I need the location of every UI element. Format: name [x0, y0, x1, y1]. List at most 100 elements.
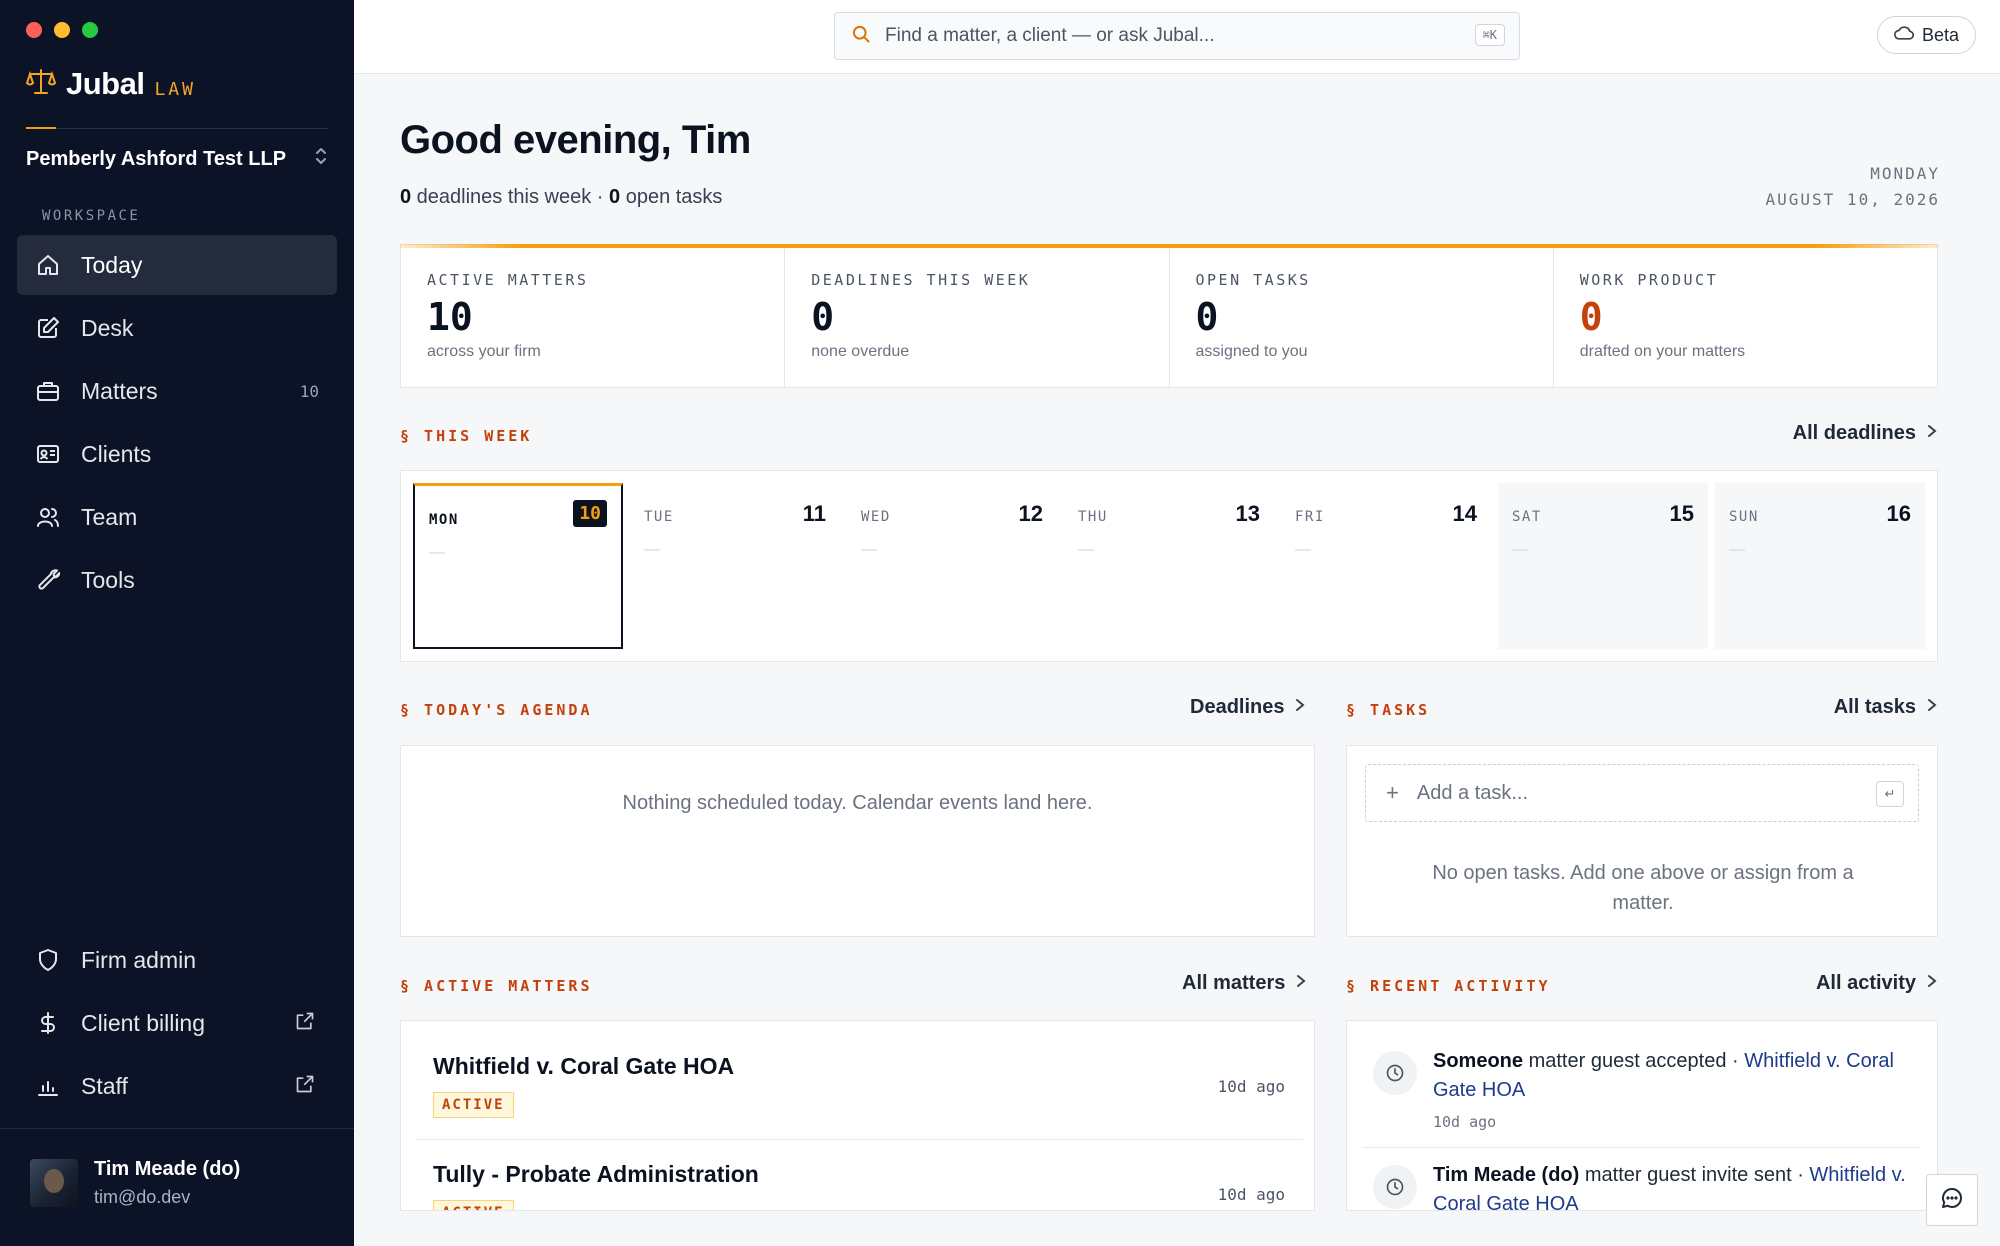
- sidebar-item-firm-admin[interactable]: Firm admin: [17, 930, 337, 990]
- activity-actor: Someone: [1433, 1050, 1524, 1072]
- sidebar-item-clients[interactable]: Clients: [17, 424, 337, 484]
- sidebar-item-label: Client billing: [81, 1009, 206, 1036]
- week-calendar: MON 10 — TUE 11 — WED 12 — THU 13 — FRI …: [400, 470, 1938, 662]
- divider: [26, 128, 328, 129]
- matter-row[interactable]: Tully - Probate Administration ACTIVE 10…: [415, 1129, 1303, 1210]
- deadlines-link[interactable]: Deadlines: [1190, 696, 1306, 719]
- calendar-day-sat[interactable]: SAT 15 —: [1498, 483, 1708, 649]
- user-profile[interactable]: Tim Meade (do) tim@do.dev: [30, 1158, 240, 1208]
- add-task-input[interactable]: + Add a task... ↵: [1365, 764, 1919, 822]
- sidebar-item-client-billing[interactable]: Client billing: [17, 993, 337, 1053]
- sidebar-item-team[interactable]: Team: [17, 487, 337, 547]
- wrench-icon: [35, 567, 61, 593]
- day-empty-dash: —: [644, 541, 660, 558]
- stat-label: OPEN TASKS: [1195, 271, 1311, 289]
- day-number: 15: [1669, 501, 1694, 526]
- sidebar-item-desk[interactable]: Desk: [17, 298, 337, 358]
- sidebar-nav: Today Desk Matters 10 Clients Team Tools: [17, 235, 337, 613]
- user-email: tim@do.dev: [94, 1187, 191, 1207]
- brand-tag: LAW: [154, 78, 196, 100]
- day-empty-dash: —: [1729, 541, 1745, 558]
- sidebar-item-label: Clients: [81, 440, 152, 467]
- all-deadlines-link[interactable]: All deadlines: [1793, 422, 1938, 445]
- stat-work-product[interactable]: WORK PRODUCT 0 drafted on your matters: [1554, 245, 1937, 387]
- enter-key-icon[interactable]: ↵: [1876, 781, 1904, 807]
- close-window-button[interactable]: [26, 22, 42, 38]
- chevron-right-icon: [1926, 422, 1938, 445]
- home-icon: [35, 252, 61, 278]
- chevron-right-icon: [1926, 972, 1938, 995]
- matter-title: Tully - Probate Administration: [433, 1161, 759, 1187]
- firm-switcher[interactable]: Pemberly Ashford Test LLP: [26, 138, 328, 180]
- status-badge: ACTIVE: [433, 1200, 514, 1210]
- add-task-placeholder: Add a task...: [1416, 781, 1529, 804]
- beta-button[interactable]: Beta: [1876, 16, 1976, 54]
- calendar-day-wed[interactable]: WED 12 —: [847, 483, 1057, 649]
- sidebar-item-label: Team: [81, 503, 138, 530]
- day-empty-dash: —: [1295, 541, 1311, 558]
- avatar: [30, 1159, 78, 1207]
- divider: [0, 1128, 354, 1129]
- day-name: WED: [861, 509, 891, 525]
- sidebar-item-staff[interactable]: Staff: [17, 1056, 337, 1116]
- day-empty-dash: —: [429, 544, 445, 561]
- sidebar-item-tools[interactable]: Tools: [17, 550, 337, 610]
- stat-value: 10: [427, 295, 473, 339]
- link-label: All tasks: [1833, 696, 1916, 718]
- sidebar-item-today[interactable]: Today: [17, 235, 337, 295]
- sidebar-item-label: Today: [81, 251, 143, 278]
- stat-deadlines-this-week[interactable]: DEADLINES THIS WEEK 0 none overdue: [785, 245, 1170, 387]
- activity-action: matter guest accepted ·: [1523, 1050, 1745, 1072]
- window-controls: [26, 22, 98, 38]
- clock-icon: [1373, 1165, 1417, 1209]
- stat-open-tasks[interactable]: OPEN TASKS 0 assigned to you: [1170, 245, 1554, 387]
- sidebar-item-matters[interactable]: Matters 10: [17, 361, 337, 421]
- day-empty-dash: —: [1078, 541, 1094, 558]
- sidebar-item-label: Firm admin: [81, 946, 197, 973]
- day-number: 12: [1018, 501, 1043, 526]
- stats-panel: ACTIVE MATTERS 10 across your firm DEADL…: [400, 244, 1938, 388]
- chat-button[interactable]: [1926, 1174, 1978, 1226]
- activity-row[interactable]: Someone matter guest accepted · Whitfiel…: [1363, 1047, 1921, 1131]
- plus-icon: +: [1386, 780, 1399, 805]
- id-card-icon: [35, 441, 61, 467]
- tasks-empty-message: No open tasks. Add one above or assign f…: [1432, 862, 1854, 914]
- stats-accent-bar: [400, 244, 1938, 248]
- all-tasks-link[interactable]: All tasks: [1834, 696, 1938, 719]
- scales-icon: [25, 68, 57, 101]
- matter-updated-time: 10d ago: [1217, 1077, 1285, 1096]
- all-matters-link[interactable]: All matters: [1182, 972, 1307, 995]
- dollar-icon: [35, 1010, 61, 1036]
- maximize-window-button[interactable]: [82, 22, 98, 38]
- chevron-up-down-icon: [314, 146, 328, 172]
- edit-icon: [35, 315, 61, 341]
- briefcase-icon: [35, 378, 61, 404]
- search-input[interactable]: Find a matter, a client — or ask Jubal..…: [834, 12, 1520, 60]
- sidebar-item-label: Staff: [81, 1072, 128, 1099]
- section-recent-activity-label: § RECENT ACTIVITY: [1346, 977, 1551, 995]
- page-title: Good evening, Tim: [400, 118, 751, 162]
- day-name: TUE: [644, 509, 674, 525]
- workspace-label: WORKSPACE: [42, 208, 141, 224]
- calendar-day-fri[interactable]: FRI 14 —: [1281, 483, 1491, 649]
- day-empty-dash: —: [1512, 541, 1528, 558]
- activity-text: Someone matter guest accepted · Whitfiel…: [1433, 1047, 1921, 1105]
- divider: [1363, 1147, 1921, 1148]
- activity-row[interactable]: Tim Meade (do) matter guest invite sent …: [1363, 1161, 1921, 1210]
- calendar-day-mon[interactable]: MON 10 —: [413, 483, 623, 649]
- calendar-day-thu[interactable]: THU 13 —: [1064, 483, 1274, 649]
- calendar-day-tue[interactable]: TUE 11 —: [630, 483, 840, 649]
- cloud-icon: [1893, 25, 1914, 46]
- sidebar: Jubal LAW Pemberly Ashford Test LLP WORK…: [0, 0, 354, 1246]
- minimize-window-button[interactable]: [54, 22, 70, 38]
- calendar-day-sun[interactable]: SUN 16 —: [1715, 483, 1925, 649]
- all-activity-link[interactable]: All activity: [1816, 972, 1938, 995]
- day-number: 10: [573, 500, 607, 527]
- tasks-panel: + Add a task... ↵ No open tasks. Add one…: [1346, 745, 1938, 937]
- tasks-count: 0: [609, 186, 621, 208]
- matter-row[interactable]: Whitfield v. Coral Gate HOA ACTIVE 10d a…: [415, 1021, 1303, 1127]
- brand-logo[interactable]: Jubal LAW: [25, 66, 196, 102]
- firm-name: Pemberly Ashford Test LLP: [26, 147, 287, 170]
- stat-active-matters[interactable]: ACTIVE MATTERS 10 across your firm: [401, 245, 786, 387]
- external-link-icon: [295, 1073, 315, 1100]
